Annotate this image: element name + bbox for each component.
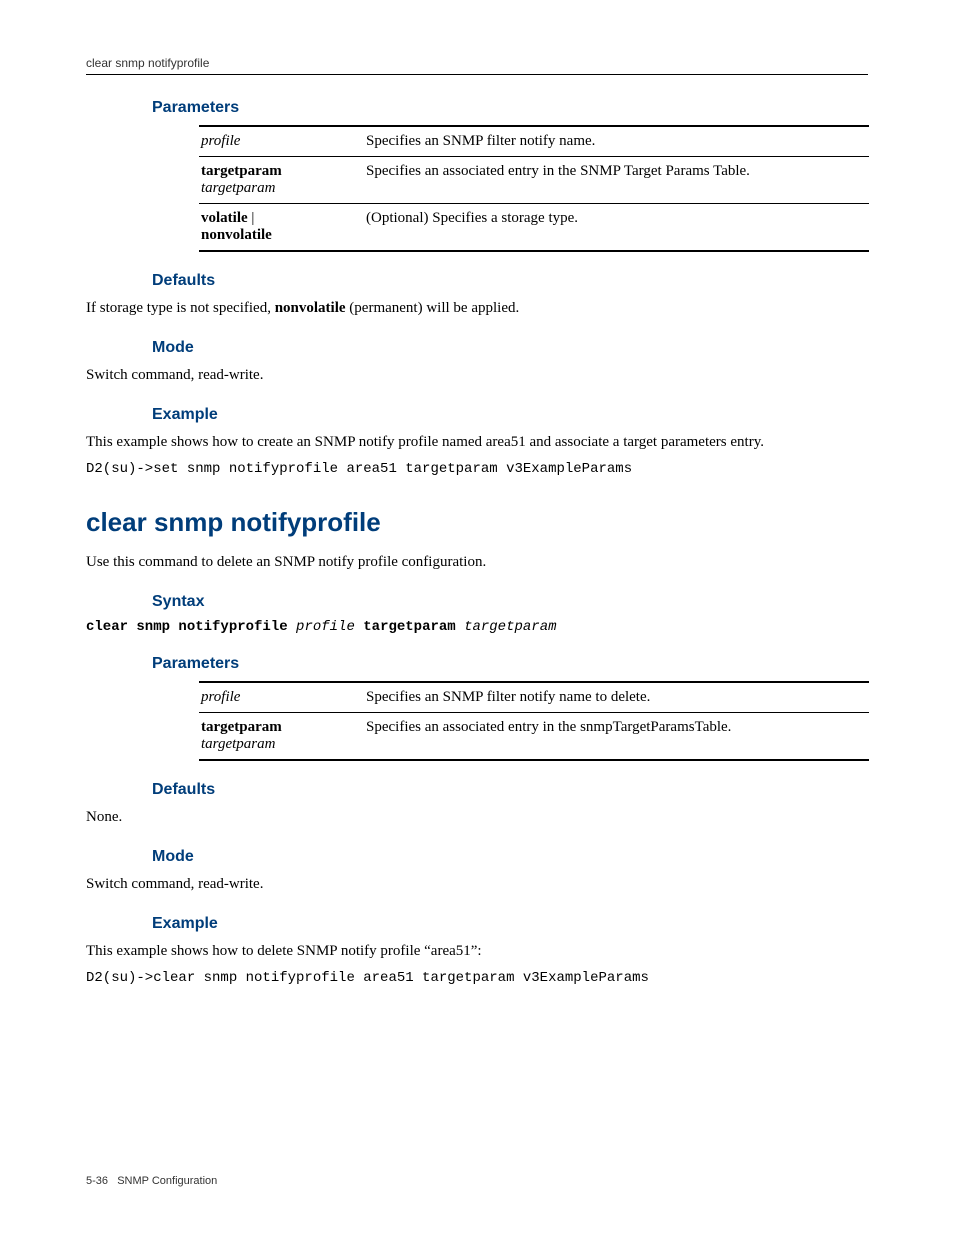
param-keyword: volatile <box>201 210 248 226</box>
example-heading: Example <box>152 915 868 933</box>
page: clear snmp notifyprofile Parameters prof… <box>0 0 954 1235</box>
table-row: targetparam targetparam Specifies an ass… <box>199 157 869 204</box>
param-keyword: targetparam <box>201 163 282 179</box>
parameters-table: profile Specifies an SNMP filter notify … <box>199 681 869 761</box>
text-fragment: (permanent) will be applied. <box>346 300 520 316</box>
text-fragment: nonvolatile <box>275 300 346 316</box>
param-keyword: targetparam <box>201 719 282 735</box>
table-row: profile Specifies an SNMP filter notify … <box>199 682 869 713</box>
syntax-heading: Syntax <box>152 593 868 611</box>
mode-text: Switch command, read-write. <box>86 365 868 386</box>
page-number: 5-36 <box>86 1175 108 1187</box>
parameters-heading: Parameters <box>152 99 868 117</box>
command-intro: Use this command to delete an SNMP notif… <box>86 552 868 573</box>
command-title: clear snmp notifyprofile <box>86 507 868 538</box>
parameters-heading: Parameters <box>152 655 868 673</box>
param-name: profile <box>201 133 240 149</box>
param-desc: Specifies an associated entry in the snm… <box>364 713 869 761</box>
syntax-keyword: clear snmp notifyprofile <box>86 619 296 635</box>
example-heading: Example <box>152 406 868 424</box>
param-desc: Specifies an associated entry in the SNM… <box>364 157 869 204</box>
defaults-heading: Defaults <box>152 272 868 290</box>
param-name: targetparam <box>201 180 275 196</box>
example-code: D2(su)->clear snmp notifyprofile area51 … <box>86 970 868 986</box>
mode-heading: Mode <box>152 339 868 357</box>
param-name: targetparam <box>201 736 275 752</box>
example-code: D2(su)->set snmp notifyprofile area51 ta… <box>86 461 868 477</box>
footer-label: SNMP Configuration <box>117 1175 217 1187</box>
defaults-text: None. <box>86 807 868 828</box>
param-sep: | <box>248 210 255 226</box>
table-row: targetparam targetparam Specifies an ass… <box>199 713 869 761</box>
header-rule <box>86 74 868 75</box>
parameters-table: profile Specifies an SNMP filter notify … <box>199 125 869 252</box>
example-text: This example shows how to create an SNMP… <box>86 432 868 453</box>
mode-heading: Mode <box>152 848 868 866</box>
text-fragment: If storage type is not specified, <box>86 300 275 316</box>
table-row: volatile | nonvolatile (Optional) Specif… <box>199 204 869 252</box>
mode-text: Switch command, read-write. <box>86 874 868 895</box>
syntax-arg: profile <box>296 619 355 635</box>
running-header: clear snmp notifyprofile <box>86 56 868 70</box>
parameters-table-wrap: profile Specifies an SNMP filter notify … <box>199 125 868 252</box>
defaults-text: If storage type is not specified, nonvol… <box>86 298 868 319</box>
page-footer: 5-36 SNMP Configuration <box>86 1175 217 1187</box>
param-desc: Specifies an SNMP filter notify name. <box>364 126 869 157</box>
syntax-line: clear snmp notifyprofile profile targetp… <box>86 619 868 635</box>
syntax-keyword: targetparam <box>355 619 464 635</box>
syntax-arg: targetparam <box>464 619 556 635</box>
defaults-heading: Defaults <box>152 781 868 799</box>
param-keyword: nonvolatile <box>201 227 272 243</box>
table-row: profile Specifies an SNMP filter notify … <box>199 126 869 157</box>
param-desc: Specifies an SNMP filter notify name to … <box>364 682 869 713</box>
parameters-table-wrap: profile Specifies an SNMP filter notify … <box>199 681 868 761</box>
example-text: This example shows how to delete SNMP no… <box>86 941 868 962</box>
param-name: profile <box>201 689 240 705</box>
param-desc: (Optional) Specifies a storage type. <box>364 204 869 252</box>
